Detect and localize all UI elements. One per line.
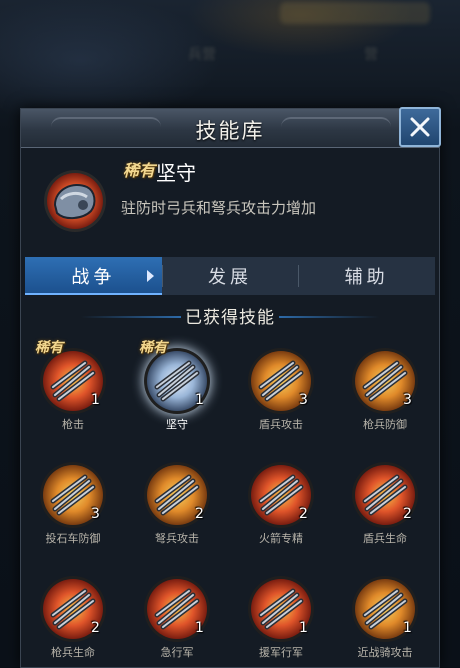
skill-item[interactable]: 1 援军行军 <box>241 565 321 665</box>
skill-level: 1 <box>195 392 204 408</box>
skill-name: 火箭专精 <box>259 532 303 545</box>
tab-support[interactable]: 辅助 <box>298 257 435 295</box>
skill-level: 1 <box>403 620 412 636</box>
skill-item[interactable]: 1 急行军 <box>137 565 217 665</box>
armored-fist-icon <box>44 170 106 232</box>
skill-item[interactable]: 1 近战骑攻击 <box>345 565 425 665</box>
skill-item[interactable]: 2 枪兵生命 <box>33 565 113 665</box>
skill-level: 2 <box>91 620 100 636</box>
skill-item[interactable]: 稀有 1 枪击 <box>33 337 113 437</box>
skill-item[interactable]: 稀有 1 坚守 <box>137 337 217 437</box>
skill-item[interactable]: 3 盾兵攻击 <box>241 337 321 437</box>
rarity-badge: 稀有 <box>35 340 63 356</box>
section-title: 已获得技能 <box>185 308 275 328</box>
skill-name: 枪兵防御 <box>363 418 407 431</box>
skill-item[interactable]: 2 盾兵生命 <box>345 451 425 551</box>
tab-war[interactable]: 战争 <box>25 257 162 295</box>
skill-category-tabs: 战争 发展 辅助 <box>25 257 435 295</box>
skill-level: 2 <box>299 506 308 522</box>
tab-label: 辅助 <box>344 267 389 288</box>
skill-library-panel: 技能库 稀有 坚守 驻防时弓兵和弩兵攻击力增加 战争 发展 辅助 已获得技能 稀… <box>20 107 441 668</box>
skill-level: 2 <box>403 506 412 522</box>
skill-name: 急行军 <box>160 646 194 659</box>
skill-name: 坚守 <box>166 418 188 431</box>
skill-name: 枪兵生命 <box>51 646 95 659</box>
skill-level: 1 <box>91 392 100 408</box>
tab-label: 战争 <box>71 267 116 288</box>
skill-name: 盾兵攻击 <box>259 418 303 431</box>
skill-level: 1 <box>299 620 308 636</box>
skill-level: 3 <box>91 506 100 522</box>
close-button[interactable] <box>399 107 441 147</box>
skill-name: 近战骑攻击 <box>357 646 413 659</box>
skill-item[interactable]: 2 火箭专精 <box>241 451 321 551</box>
panel-title: 技能库 <box>195 119 265 143</box>
skill-item[interactable]: 3 投石车防御 <box>33 451 113 551</box>
tab-development[interactable]: 发展 <box>161 257 299 295</box>
background-resource-bar <box>280 2 430 24</box>
panel-title-bar: 技能库 <box>21 107 441 148</box>
skill-item[interactable]: 2 弩兵攻击 <box>137 451 217 551</box>
selected-skill-description: 驻防时弓兵和弩兵攻击力增加 <box>121 199 317 217</box>
skill-name: 弩兵攻击 <box>155 532 199 545</box>
rarity-badge: 稀有 <box>139 340 167 356</box>
skill-name: 援军行军 <box>259 646 303 659</box>
skill-level: 2 <box>195 506 204 522</box>
chevron-right-icon <box>146 270 154 282</box>
skill-level: 3 <box>403 392 412 408</box>
skill-name: 盾兵生命 <box>363 532 407 545</box>
close-icon <box>410 117 430 137</box>
skill-level: 3 <box>299 392 308 408</box>
skill-level: 1 <box>195 620 204 636</box>
skill-name: 投石车防御 <box>45 532 101 545</box>
background-label: 营 <box>364 47 378 63</box>
background-label: 兵营 <box>188 47 216 63</box>
selected-skill-name: 坚守 <box>156 161 196 185</box>
skill-item[interactable]: 3 枪兵防御 <box>345 337 425 437</box>
rarity-badge: 稀有 <box>123 161 156 180</box>
tab-label: 发展 <box>208 267 252 288</box>
skill-name: 枪击 <box>62 418 84 431</box>
